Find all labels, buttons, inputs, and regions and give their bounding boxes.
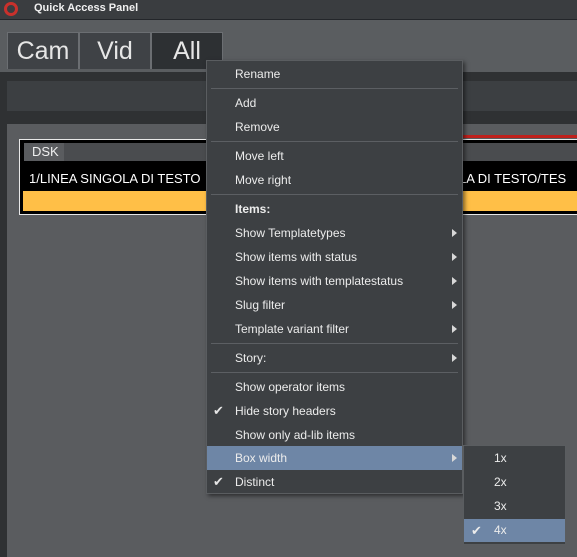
- menu-item-hide-story-headers[interactable]: ✔ Hide story headers: [207, 399, 462, 423]
- submenu-arrow-icon: [452, 325, 457, 333]
- box-width-option-1x[interactable]: 1x: [464, 447, 565, 470]
- item-text-right: LA DI TESTO/TES: [459, 171, 567, 186]
- item-text-left: 1/LINEA SINGOLA DI TESTO: [29, 171, 201, 186]
- menu-separator: [211, 141, 458, 142]
- box-width-option-2x[interactable]: 2x: [464, 471, 565, 494]
- title-bar: Quick Access Panel: [0, 0, 577, 20]
- menu-item-show-items-status[interactable]: Show items with status: [207, 245, 462, 269]
- submenu-arrow-icon: [452, 454, 457, 462]
- submenu-arrow-icon: [452, 277, 457, 285]
- menu-item-show-items-templatestatus[interactable]: Show items with templatestatus: [207, 269, 462, 293]
- submenu-arrow-icon: [452, 301, 457, 309]
- submenu-arrow-icon: [452, 253, 457, 261]
- menu-item-template-variant-filter[interactable]: Template variant filter: [207, 317, 462, 341]
- check-icon: ✔: [471, 523, 482, 538]
- menu-header-items: Items:: [235, 202, 271, 216]
- menu-separator: [211, 372, 458, 373]
- box-width-submenu: 1x 2x 3x ✔ 4x: [463, 445, 566, 545]
- menu-item-move-right[interactable]: Move right: [207, 168, 462, 192]
- item-border-highlight: [455, 135, 577, 138]
- check-icon: ✔: [213, 474, 224, 489]
- menu-item-show-templatetypes[interactable]: Show Templatetypes: [207, 221, 462, 245]
- window-title: Quick Access Panel: [34, 2, 139, 14]
- menu-item-box-width[interactable]: Box width: [207, 446, 462, 470]
- menu-item-add[interactable]: Add: [207, 91, 462, 115]
- submenu-arrow-icon: [452, 229, 457, 237]
- menu-item-show-only-adlib[interactable]: Show only ad-lib items: [207, 423, 462, 447]
- tab-vid[interactable]: Vid: [79, 32, 151, 69]
- menu-separator: [211, 88, 458, 89]
- menu-item-slug-filter[interactable]: Slug filter: [207, 293, 462, 317]
- item-type-label: DSK: [24, 143, 64, 161]
- box-width-option-3x[interactable]: 3x: [464, 495, 565, 518]
- item-header-bar-right: [459, 143, 577, 161]
- menu-item-story[interactable]: Story:: [207, 346, 462, 370]
- item-header-bar: [64, 143, 206, 161]
- item-status-bar-right: [459, 191, 577, 211]
- item-status-bar: [23, 191, 206, 211]
- menu-item-remove[interactable]: Remove: [207, 115, 462, 139]
- tab-cam[interactable]: Cam: [7, 32, 79, 69]
- context-menu: Rename Add Remove Move left Move right I…: [206, 60, 463, 494]
- menu-item-show-operator-items[interactable]: Show operator items: [207, 375, 462, 399]
- box-width-option-4x[interactable]: ✔ 4x: [464, 519, 565, 542]
- submenu-arrow-icon: [452, 354, 457, 362]
- menu-separator: [211, 194, 458, 195]
- menu-item-move-left[interactable]: Move left: [207, 144, 462, 168]
- menu-separator: [211, 343, 458, 344]
- menu-item-rename[interactable]: Rename: [207, 62, 462, 86]
- check-icon: ✔: [213, 403, 224, 418]
- app-logo-icon: [4, 2, 18, 16]
- menu-item-distinct[interactable]: ✔ Distinct: [207, 470, 462, 494]
